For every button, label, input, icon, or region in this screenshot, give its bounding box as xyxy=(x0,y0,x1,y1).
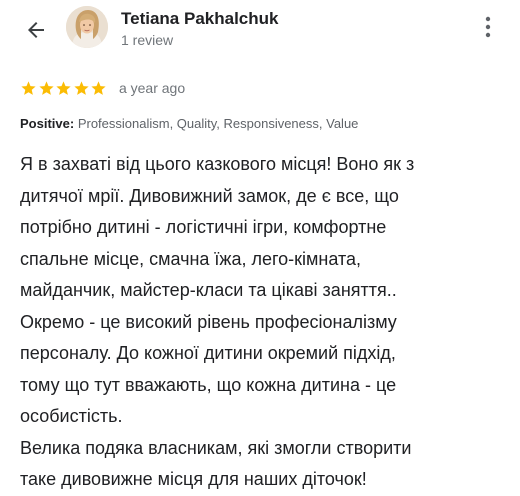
avatar-photo xyxy=(66,6,108,48)
avatar[interactable] xyxy=(66,6,108,48)
review-text-line: особистість. xyxy=(20,406,123,426)
review-header: Tetiana Pakhalchuk 1 review xyxy=(0,0,520,62)
more-options-button[interactable] xyxy=(474,12,502,42)
review-text-line: майданчик, майстер-класи та цікаві занят… xyxy=(20,280,397,300)
review-text-line: персоналу. До кожної дитини окремий підх… xyxy=(20,343,396,363)
review-text-line: Велика подяка власникам, які змогли ство… xyxy=(20,437,412,458)
positive-values: Professionalism, Quality, Responsiveness… xyxy=(77,116,359,131)
reviewer-name[interactable]: Tetiana Pakhalchuk xyxy=(121,9,278,29)
star-icon xyxy=(73,80,90,97)
review-text-line: Я в захваті від цього казкового місця! В… xyxy=(20,154,415,174)
review-text-line: таке дивовижне місця для наших діточок! xyxy=(20,469,367,489)
star-icon xyxy=(55,80,72,97)
star-rating xyxy=(20,80,108,97)
review-text-line: тому що тут вважають, що кожна дитина - … xyxy=(20,374,397,395)
review-text-line: спальне місце, смачна їжа, лего-кімната, xyxy=(20,248,362,269)
review-text: Я в захваті від цього казкового місця! В… xyxy=(20,149,490,496)
star-icon xyxy=(20,80,37,97)
review-text-line: дитячої мрії. Дивовижний замок, де є все… xyxy=(20,185,399,206)
review-text-line: потрібно дитині - логістичні ігри, комфо… xyxy=(20,217,387,237)
review-text-line: Окремо - це високий рівень професіоналіз… xyxy=(20,311,397,332)
more-vert-icon xyxy=(485,16,491,38)
review-date: a year ago xyxy=(118,80,186,96)
positive-attributes: Positive: Professionalism, Quality, Resp… xyxy=(20,116,358,131)
positive-label: Positive: xyxy=(20,116,75,131)
star-icon xyxy=(38,80,55,97)
back-button[interactable] xyxy=(18,12,54,48)
rating-row: a year ago xyxy=(20,78,185,98)
star-icon xyxy=(90,80,107,97)
reviewer-review-count: 1 review xyxy=(121,32,174,48)
arrow-back-icon xyxy=(28,22,44,38)
